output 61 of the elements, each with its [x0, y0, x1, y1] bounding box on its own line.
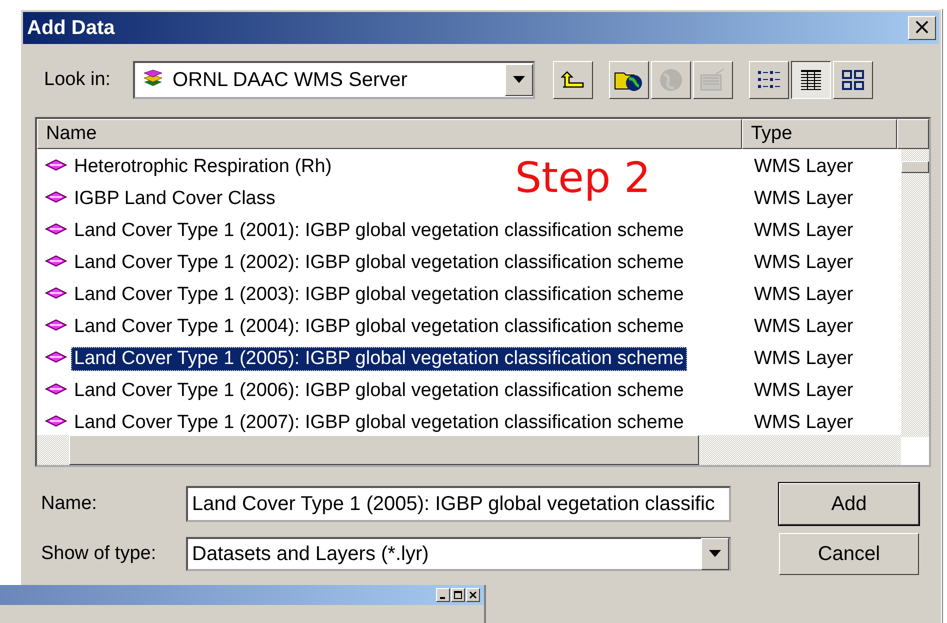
layer-diamond-icon	[45, 255, 67, 267]
look-in-dropdown[interactable]: ORNL DAAC WMS Server	[132, 61, 535, 99]
list-item[interactable]: Land Cover Type 1 (2002): IGBP global vegetation classification scheme	[71, 251, 687, 275]
layer-diamond-icon	[45, 191, 67, 203]
window-title: Add Data	[27, 16, 115, 40]
thumbnails-view-icon	[840, 69, 865, 91]
scrollbar-thumb[interactable]	[901, 161, 929, 173]
list-item[interactable]: Land Cover Type 1 (2001): IGBP global vegetation classification scheme	[71, 219, 687, 243]
connect-button[interactable]	[608, 61, 649, 99]
name-field[interactable]: Land Cover Type 1 (2005): IGBP global vegetation classific	[186, 486, 731, 522]
minimize-button[interactable]	[436, 588, 450, 602]
vertical-scrollbar[interactable]	[901, 149, 929, 437]
type-cell-text: WMS Layer	[753, 348, 854, 370]
close-button[interactable]	[466, 588, 480, 602]
list-item[interactable]: Land Cover Type 1 (2003): IGBP global vegetation classification scheme	[71, 283, 687, 307]
add-button[interactable]: Add	[779, 483, 919, 525]
type-cell-text: WMS Layer	[753, 284, 854, 306]
type-cell-text: WMS Layer	[753, 252, 854, 274]
layer-diamond-icon	[45, 159, 67, 171]
list-item[interactable]: Land Cover Type 1 (2004): IGBP global vegetation classification scheme	[71, 315, 687, 339]
list-item[interactable]: IGBP Land Cover Class	[71, 187, 278, 211]
caret-icon	[709, 550, 721, 558]
up-button[interactable]	[552, 61, 593, 99]
layer-diamond-icon	[45, 287, 67, 299]
caret-icon	[512, 76, 525, 84]
type-dropdown[interactable]: Datasets and Layers (*.lyr)	[186, 537, 731, 571]
type-cell-text: WMS Layer	[753, 316, 854, 338]
list-view-icon	[756, 69, 781, 91]
layers-icon	[142, 68, 163, 86]
field-label: Show of type:	[41, 543, 158, 565]
list-view-button[interactable]	[748, 61, 789, 99]
details-view-icon	[800, 69, 822, 91]
details-view-button[interactable]	[790, 61, 831, 99]
close-button[interactable]: ×	[908, 16, 936, 40]
field-label: Name:	[41, 493, 98, 515]
list-item[interactable]: Land Cover Type 1 (2007): IGBP global vegetation classification scheme	[71, 411, 687, 435]
maximize-icon	[454, 591, 462, 599]
layer-diamond-icon	[45, 223, 67, 235]
column-header[interactable]: Type	[742, 119, 897, 149]
close-icon	[469, 591, 477, 599]
layer-diamond-icon	[45, 351, 67, 363]
layer-diamond-icon	[45, 415, 67, 427]
cancel-button[interactable]: Cancel	[779, 533, 919, 575]
maximize-button[interactable]	[451, 588, 465, 602]
type-cell-text: WMS Layer	[753, 380, 854, 402]
type-cell-text: WMS Layer	[753, 220, 854, 242]
type-cell-text: WMS Layer	[753, 156, 854, 178]
list-item[interactable]: Heterotrophic Respiration (Rh)	[71, 155, 335, 179]
type-cell-text: WMS Layer	[753, 188, 854, 210]
layer-diamond-icon	[45, 383, 67, 395]
scrollbar-thumb[interactable]	[69, 435, 699, 465]
column-header[interactable]: Name	[37, 119, 742, 149]
field-label: Look in:	[44, 69, 111, 91]
type-cell-text: WMS Layer	[753, 412, 854, 434]
thumbnails-view-button[interactable]	[832, 61, 873, 99]
horizontal-scrollbar[interactable]	[37, 435, 901, 465]
layer-diamond-icon	[45, 319, 67, 331]
list-item[interactable]: Land Cover Type 1 (2006): IGBP global vegetation classification scheme	[71, 379, 687, 403]
list-item[interactable]: Land Cover Type 1 (2005): IGBP global vegetation classification scheme	[71, 347, 687, 371]
folder-up-icon	[560, 71, 585, 89]
annotation-text: Step 2	[515, 153, 651, 202]
